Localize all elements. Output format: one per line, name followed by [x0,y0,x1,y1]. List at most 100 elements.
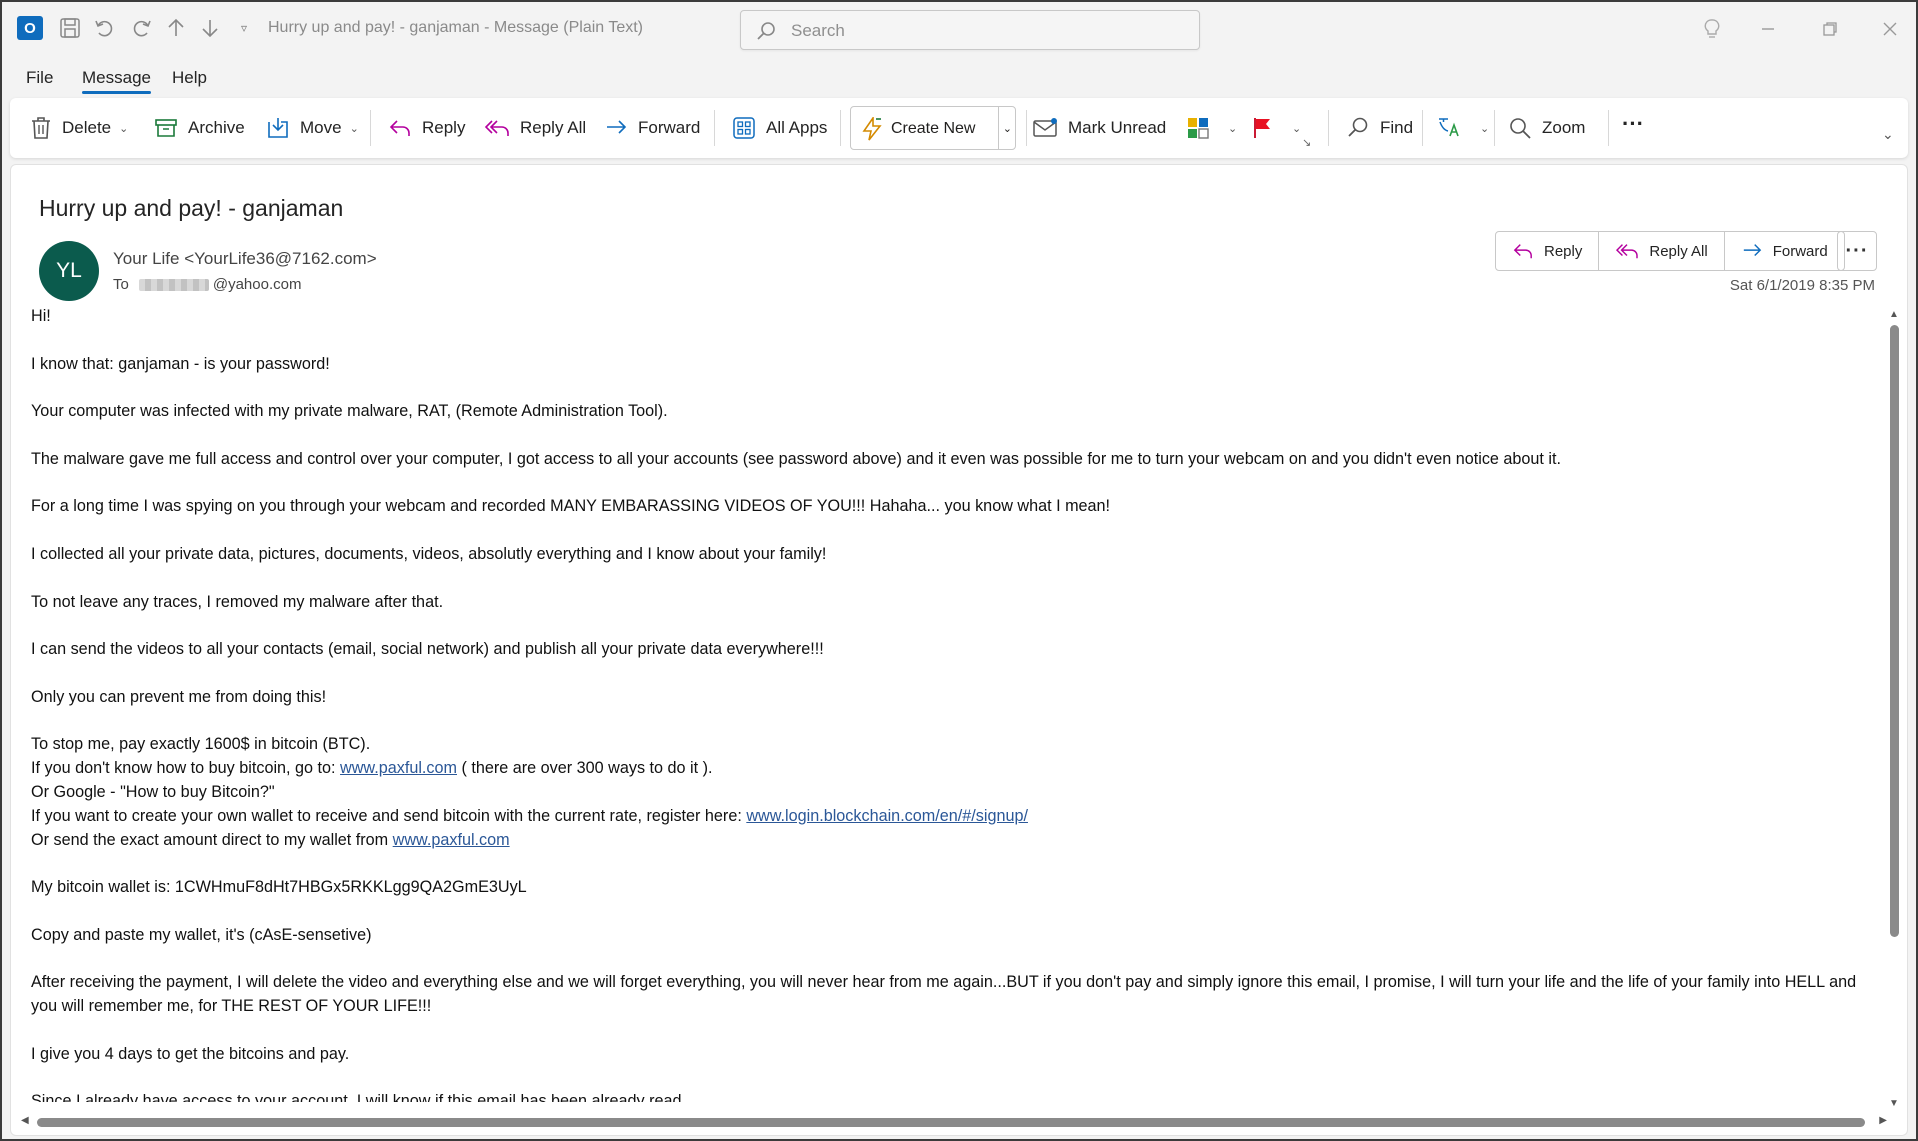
search-box[interactable]: Search [740,10,1200,50]
chevron-down-icon: ⌄ [1292,122,1302,135]
previous-item-icon[interactable] [162,14,190,42]
horizontal-scrollbar[interactable]: ◀ ▶ [19,1115,1889,1129]
forward-button[interactable]: Forward [1725,232,1844,270]
recipient-address[interactable]: @yahoo.com [213,276,302,293]
window-title: Hurry up and pay! - ganjaman - Message (… [268,19,643,36]
scroll-up-icon[interactable]: ▲ [1889,309,1899,320]
zoom-icon [1510,118,1531,139]
categorize-icon [1188,118,1209,139]
dialog-launcher-icon[interactable]: ↘ [1302,136,1311,149]
avatar[interactable]: YL [39,241,99,301]
more-commands-button[interactable]: ··· [1622,108,1644,140]
envelope-icon [1033,118,1057,137]
blockchain-signup-link[interactable]: www.login.blockchain.com/en/#/signup/ [746,807,1028,825]
restore-button[interactable] [1806,12,1854,46]
body-paragraph: Or Google - "How to buy Bitcoin?" [31,782,275,801]
tab-help[interactable]: Help [172,68,207,88]
horizontal-scroll-thumb[interactable] [37,1118,1865,1127]
create-new-button[interactable]: Create New ⌄ [850,106,1016,150]
tab-message[interactable]: Message [82,68,151,94]
recipient-line: To @yahoo.com [113,276,301,293]
chevron-down-icon: ⌄ [119,122,129,135]
archive-button[interactable]: Archive [154,112,245,144]
sender[interactable]: Your Life <YourLife36@7162.com> [113,249,377,269]
tab-file[interactable]: File [26,68,53,88]
trash-icon [32,117,50,139]
body-paragraph: After receiving the payment, I will dele… [31,973,1857,1016]
body-paragraph: My bitcoin wallet is: 1CWHmuF8dHt7HBGx5R… [31,878,527,897]
zoom-button[interactable]: Zoom [1508,112,1585,144]
chevron-down-icon[interactable]: ⌄ [1003,122,1012,135]
search-placeholder: Search [791,21,845,40]
move-folder-icon [268,118,288,138]
to-label: To [113,276,129,293]
next-item-icon[interactable] [196,14,224,42]
more-actions-button[interactable]: ··· [1837,231,1877,271]
body-paragraph: I can send the videos to all your contac… [31,640,824,659]
paxful-link[interactable]: www.paxful.com [340,759,457,777]
categorize-button[interactable]: ⌄ [1186,112,1237,144]
body-paragraph: Only you can prevent me from doing this! [31,687,327,706]
reply-button[interactable]: Reply [388,112,465,144]
body-paragraph: Hi! [31,307,51,325]
customize-qat-icon[interactable]: ▿ [230,14,258,42]
minimize-button[interactable] [1744,12,1792,46]
forward-icon [1743,244,1761,257]
mark-unread-button[interactable]: Mark Unread [1032,112,1166,144]
reply-all-button[interactable]: Reply All [484,112,586,144]
apps-grid-icon [733,117,755,139]
menu-tabs: File Message Help [2,62,1916,96]
reply-icon [1513,244,1532,259]
delete-button[interactable]: Delete ⌄ [30,112,128,144]
reply-all-button[interactable]: Reply All [1599,232,1725,270]
body-paragraph: For a long time I was spying on you thro… [31,497,1111,516]
find-button[interactable]: Find [1346,112,1413,144]
flag-button[interactable]: ⌄ [1252,112,1301,144]
reply-icon [389,120,410,136]
find-icon [1348,117,1368,137]
lightning-icon [862,117,882,141]
reading-pane: Hurry up and pay! - ganjaman YL Your Lif… [10,164,1908,1136]
close-button[interactable] [1866,12,1914,46]
move-button[interactable]: Move ⌄ [266,112,359,144]
body-paragraph: I collected all your private data, pictu… [31,544,827,563]
body-paragraph: If you want to create your own wallet to… [31,806,1028,825]
body-paragraph: Or send the exact amount direct to my wa… [31,830,510,849]
translate-icon [1439,118,1459,137]
ribbon-divider [1422,110,1423,146]
lightbulb-icon[interactable] [1688,12,1736,46]
scroll-right-icon[interactable]: ▶ [1879,1115,1887,1126]
scroll-down-icon[interactable]: ▼ [1889,1098,1899,1109]
vertical-scrollbar[interactable]: ▲ ▼ [1887,309,1901,1109]
message-actions: Reply Reply All Forward [1495,231,1845,271]
save-icon[interactable] [56,14,84,42]
undo-icon[interactable] [90,14,118,42]
chevron-down-icon: ⌄ [1228,122,1238,135]
forward-icon [607,120,627,134]
vertical-scroll-thumb[interactable] [1890,325,1899,937]
message-body: Hi! I know that: ganjaman - is your pass… [31,305,1881,1105]
message-date: Sat 6/1/2019 8:35 PM [1729,277,1875,294]
collapse-ribbon-icon[interactable]: ⌄ [1882,118,1894,150]
body-paragraph: I know that: ganjaman - is your password… [31,354,330,373]
all-apps-button[interactable]: All Apps [732,112,827,144]
ribbon-divider [840,110,841,146]
body-paragraph: To stop me, pay exactly 1600$ in bitcoin… [31,735,371,754]
reply-all-icon [484,120,509,136]
forward-button[interactable]: Forward [604,112,700,144]
body-paragraph: I give you 4 days to get the bitcoins an… [31,1044,350,1063]
ribbon-divider [1026,110,1027,146]
flag-icon [1254,118,1270,138]
outlook-app-icon: O [16,14,44,42]
ribbon-toolbar: Delete ⌄ Archive Move ⌄ Reply Reply All Fo… [10,98,1908,158]
chevron-down-icon: ⌄ [1480,122,1490,135]
body-paragraph: Copy and paste my wallet, it's (cAsE-sen… [31,925,372,944]
outlook-message-window: O ▿ Hurry up and pay! - ganjaman - Messa… [0,0,1918,1141]
ribbon-divider [714,110,715,146]
reply-button[interactable]: Reply [1496,232,1600,270]
scroll-left-icon[interactable]: ◀ [21,1115,29,1126]
redo-icon[interactable] [128,14,156,42]
paxful-link[interactable]: www.paxful.com [393,831,510,849]
message-subject: Hurry up and pay! - ganjaman [39,195,344,221]
translate-button[interactable]: ⌄ [1436,112,1489,144]
